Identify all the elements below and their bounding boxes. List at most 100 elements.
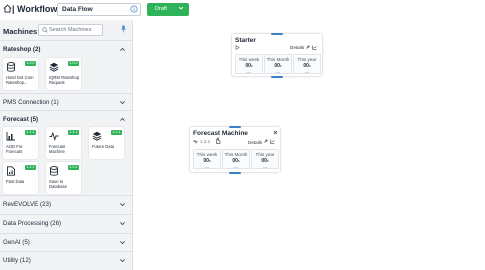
machine-label: Save to Database <box>49 179 67 189</box>
hand-cursor-icon <box>216 137 221 144</box>
machine-label: Past Data <box>6 179 25 184</box>
bar-chart-icon <box>6 132 15 141</box>
home-icon[interactable] <box>3 4 12 13</box>
sidebar-title: Machines <box>3 27 38 36</box>
version-badge: 1.0.0 <box>68 61 79 66</box>
category-genai[interactable]: GenAI (5) <box>0 233 133 250</box>
category-rateshop[interactable]: Rateshop (2) <box>0 40 133 57</box>
app-title: | Workflow <box>12 4 58 14</box>
machine-label: AOD For Forecast <box>6 144 23 154</box>
details-link[interactable]: Details <box>248 140 262 145</box>
metric-label: This year <box>297 56 317 62</box>
machine-card-past-data[interactable]: 1.1.1 Past Data <box>3 162 38 194</box>
metric-label: This week <box>238 56 260 62</box>
status-label: Draft <box>155 6 167 12</box>
category-label: Utility (12) <box>3 257 31 264</box>
chart-icon[interactable] <box>312 45 317 50</box>
version-badge: 1.1.1 <box>68 130 79 135</box>
layers-icon <box>49 62 59 72</box>
machine-label: Future Data <box>92 144 115 149</box>
play-icon[interactable] <box>235 45 240 50</box>
chevron-up-icon[interactable] <box>119 46 126 53</box>
metric-this-month: This Month 00s --- <box>264 54 292 74</box>
sidebar-header: Machines Search Machines <box>0 20 133 40</box>
metric-this-week: This week 00s --- <box>193 149 221 169</box>
metric-sub: --- <box>234 164 238 169</box>
machine-label: Forecast Machine <box>49 144 66 154</box>
chevron-down-icon[interactable] <box>119 239 126 246</box>
chevron-down-icon[interactable] <box>177 4 185 12</box>
pulse-icon <box>49 131 59 141</box>
expand-icon[interactable] <box>305 45 310 50</box>
category-data-processing[interactable]: Data Processing (26) <box>0 214 133 231</box>
layers-icon <box>92 131 102 141</box>
database-icon <box>7 62 15 72</box>
file-chart-icon <box>7 166 15 176</box>
chart-icon[interactable] <box>270 139 275 144</box>
metric-label: This year <box>255 151 275 157</box>
flow-name-field[interactable]: Data Flow <box>57 3 141 16</box>
metric-sub: --- <box>276 69 280 74</box>
pulse-icon <box>193 139 198 144</box>
metric-sub: --- <box>205 164 209 169</box>
input-handle[interactable] <box>229 126 241 128</box>
machine-card-forecast-machine[interactable]: 1.1.1 Forecast Machine <box>46 127 81 159</box>
database-icon <box>50 166 58 176</box>
metric-label: This Month <box>224 151 248 157</box>
category-pms-connection[interactable]: PMS Connection (1) <box>0 93 133 110</box>
version-badge: 1.1.1 <box>25 130 36 135</box>
version-badge: 1.0.0 <box>25 61 36 66</box>
output-handle[interactable] <box>271 76 283 78</box>
metric-sub: --- <box>247 69 251 74</box>
category-label: Rateshop (2) <box>3 46 41 53</box>
category-label: RevEVOLVE (23) <box>3 201 52 208</box>
metric-sub: --- <box>305 69 309 74</box>
metric-label: This week <box>196 151 218 157</box>
node-version: 1.2.1 <box>200 139 211 144</box>
metric-this-month: This Month 00s --- <box>222 149 250 169</box>
node-starter[interactable]: Starter Details This week 00s --- This M… <box>232 33 322 78</box>
category-label: PMS Connection (1) <box>3 99 59 106</box>
metric-this-year: This year 00s --- <box>293 54 321 74</box>
info-icon[interactable] <box>130 5 138 13</box>
search-icon <box>42 27 48 33</box>
machines-sidebar: Machines Search Machines Rateshop (2) 1.… <box>0 20 133 270</box>
close-icon[interactable] <box>273 130 278 135</box>
metric-label: This Month <box>266 56 290 62</box>
machine-card-save-to-database[interactable]: 1.0.1 Save to Database <box>46 162 81 194</box>
search-input[interactable]: Search Machines <box>38 24 103 36</box>
chevron-down-icon[interactable] <box>119 220 126 227</box>
expand-icon[interactable] <box>263 139 268 144</box>
category-revevolve[interactable]: RevEVOLVE (23) <box>0 195 133 212</box>
version-badge: 1.1.1 <box>111 130 122 135</box>
top-bar: | Workflow Data Flow Draft <box>0 0 485 20</box>
metric-this-year: This year 00s --- <box>251 149 279 169</box>
machine-card-hotel-dot-com[interactable]: 1.0.0 Hotel Dot Com Rateshop... <box>3 58 38 90</box>
pin-icon[interactable] <box>120 25 127 33</box>
node-title: Forecast Machine <box>193 130 248 137</box>
workflow-canvas[interactable]: Starter Details This week 00s --- This M… <box>134 20 485 270</box>
details-link[interactable]: Details <box>290 45 304 50</box>
chevron-down-icon[interactable] <box>119 201 126 208</box>
category-label: Data Processing (26) <box>3 220 62 227</box>
category-label: Forecast (5) <box>3 116 39 123</box>
machine-label: IQRM Rateshop Request <box>49 75 80 85</box>
node-forecast-machine[interactable]: Forecast Machine 1.2.1 Details This week… <box>190 126 280 174</box>
chevron-up-icon[interactable] <box>119 116 126 123</box>
metric-sub: --- <box>263 164 267 169</box>
machine-card-aod-for-forecast[interactable]: 1.1.1 AOD For Forecast <box>3 127 38 159</box>
machine-label: Hotel Dot Com Rateshop... <box>6 75 34 85</box>
version-badge: 1.1.1 <box>25 165 36 170</box>
chevron-down-icon[interactable] <box>119 257 126 264</box>
search-placeholder: Search Machines <box>49 27 92 33</box>
chevron-down-icon[interactable] <box>119 99 126 106</box>
category-forecast[interactable]: Forecast (5) <box>0 110 133 127</box>
node-title: Starter <box>235 37 256 44</box>
metric-this-week: This week 00s --- <box>235 54 263 74</box>
input-handle[interactable] <box>271 33 283 35</box>
output-handle[interactable] <box>229 172 241 174</box>
machine-card-future-data[interactable]: 1.1.1 Future Data <box>89 127 124 159</box>
metrics-row: This week 00s --- This Month 00s --- Thi… <box>235 54 321 74</box>
machine-card-iqrm-rateshop[interactable]: 1.0.0 IQRM Rateshop Request <box>46 58 81 90</box>
category-utility[interactable]: Utility (12) <box>0 251 133 268</box>
